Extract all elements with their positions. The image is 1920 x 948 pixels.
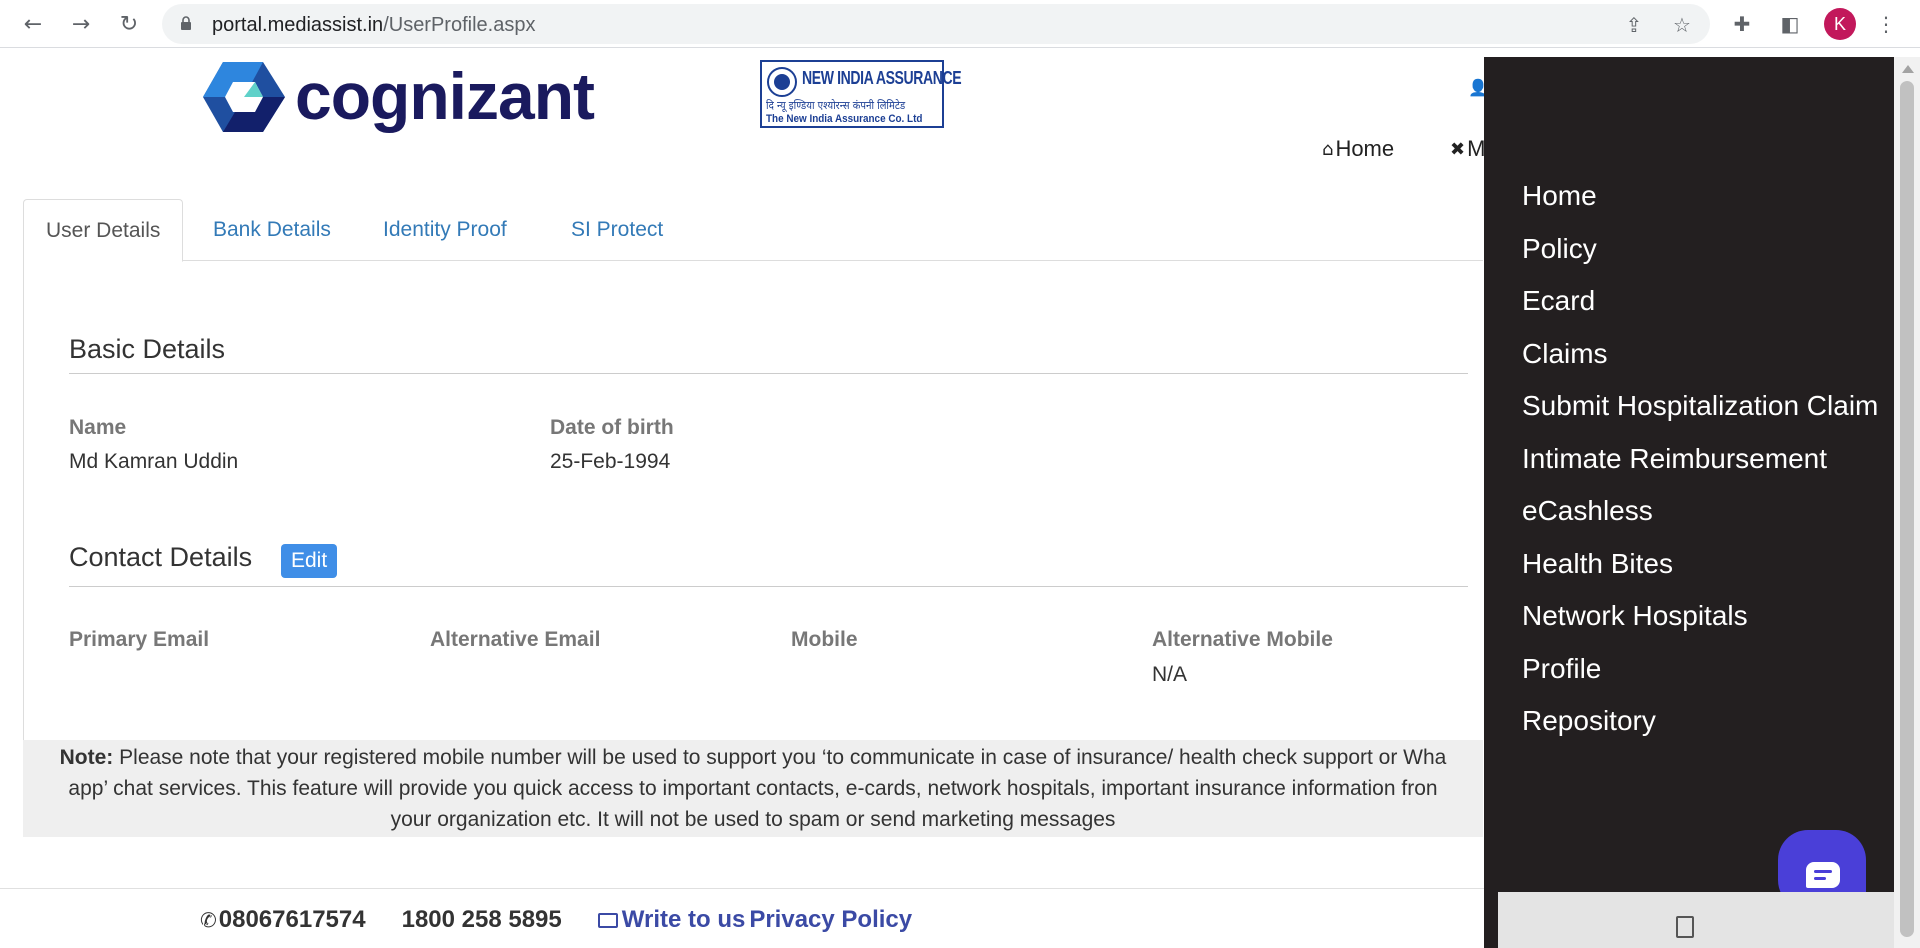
- forward-icon[interactable]: →: [66, 9, 96, 39]
- side-menu-item-home[interactable]: Home: [1522, 180, 1597, 212]
- side-menu-item-submit-hospitalization-claim[interactable]: Submit Hospitalization Claim: [1522, 390, 1878, 422]
- write-to-us-link[interactable]: Write to us Privacy Policy: [597, 906, 912, 934]
- divider: [69, 373, 1468, 374]
- tab-bank-details[interactable]: Bank Details: [191, 199, 353, 261]
- bottom-widget-panel[interactable]: [1498, 892, 1894, 948]
- footer-divider: [0, 888, 1486, 889]
- chat-icon: [1806, 862, 1840, 888]
- side-menu-item-repository[interactable]: Repository: [1522, 705, 1656, 737]
- back-icon[interactable]: ←: [18, 9, 48, 39]
- write-to-us-label: Write to us: [621, 906, 746, 933]
- partner-hindi: दि न्यू इण्डिया एश्योरन्स कंपनी लिमिटेड: [766, 99, 906, 112]
- note-line-3: your organization etc. It will not be us…: [390, 808, 1116, 831]
- side-menu-item-profile[interactable]: Profile: [1522, 653, 1601, 685]
- phone-contact[interactable]: ✆08067617574: [200, 906, 366, 934]
- name-value: Md Kamran Uddin: [69, 450, 239, 473]
- dob-label: Date of birth: [550, 416, 674, 439]
- nav-home-link[interactable]: ⌂ Home: [1322, 136, 1394, 162]
- side-menu: Home Policy Ecard Claims Submit Hospital…: [1484, 57, 1894, 948]
- address-bar[interactable]: portal.mediassist.in/UserProfile.aspx ⇪ …: [162, 4, 1710, 44]
- share-icon[interactable]: ⇪: [1622, 13, 1646, 37]
- partner-subtitle: The New India Assurance Co. Ltd: [766, 113, 923, 125]
- tab-si-protect[interactable]: SI Protect: [549, 199, 685, 261]
- dob-value: 25-Feb-1994: [550, 450, 671, 473]
- side-menu-item-policy[interactable]: Policy: [1522, 233, 1597, 265]
- note-line-2: app’ chat services. This feature will pr…: [68, 777, 1438, 800]
- avatar[interactable]: K: [1824, 8, 1856, 40]
- close-icon: ✖: [1450, 138, 1466, 160]
- new-india-assurance-logo: NEW INDIA ASSURANCE दि न्यू इण्डिया एश्य…: [760, 60, 962, 128]
- mail-icon: [597, 912, 618, 928]
- edit-contact-button[interactable]: Edit: [281, 544, 338, 578]
- alt-mobile-value: N/A: [1152, 663, 1188, 686]
- extensions-icon[interactable]: ✚: [1728, 10, 1756, 38]
- side-menu-item-ecard[interactable]: Ecard: [1522, 285, 1595, 317]
- primary-email-label: Primary Email: [69, 628, 210, 651]
- tab-user-details[interactable]: User Details: [23, 199, 184, 262]
- basic-details-title: Basic Details: [69, 334, 226, 364]
- nav-m-label: M: [1467, 136, 1486, 161]
- alt-email-label: Alternative Email: [430, 628, 601, 651]
- scroll-thumb[interactable]: [1900, 81, 1914, 937]
- partner-title: NEW INDIA ASSURANCE: [802, 68, 962, 88]
- alt-mobile-label: Alternative Mobile: [1152, 628, 1333, 651]
- side-menu-item-ecashless[interactable]: eCashless: [1522, 495, 1653, 527]
- side-menu-item-intimate-reimbursement[interactable]: Intimate Reimbursement: [1522, 443, 1827, 475]
- star-icon[interactable]: ☆: [1670, 13, 1694, 37]
- note-label: Note:: [59, 746, 114, 769]
- phone-number: 08067617574: [218, 906, 366, 933]
- divider: [69, 586, 1468, 587]
- profile-tabs: User Details Bank Details Identity Proof…: [23, 199, 1483, 262]
- emblem-icon: [767, 67, 797, 97]
- home-icon: ⌂: [1322, 138, 1334, 160]
- lock-icon: [181, 16, 191, 30]
- privacy-policy-link[interactable]: Privacy Policy: [749, 906, 912, 934]
- user-icon[interactable]: 👤: [1468, 78, 1488, 97]
- cognizant-logo[interactable]: cognizant: [203, 59, 595, 133]
- side-menu-item-network-hospitals[interactable]: Network Hospitals: [1522, 600, 1748, 632]
- user-details-panel: [23, 260, 1483, 740]
- phone-icon: ✆: [200, 908, 217, 932]
- brand-name: cognizant: [295, 59, 595, 133]
- tollfree-number: 1800 258 5895: [401, 906, 562, 933]
- side-menu-item-claims[interactable]: Claims: [1522, 338, 1608, 370]
- sidepanel-icon[interactable]: ◧: [1776, 10, 1804, 38]
- cognizant-mark-icon: [203, 62, 285, 132]
- tab-identity-proof[interactable]: Identity Proof: [361, 199, 529, 261]
- browser-toolbar: ← → ↻ portal.mediassist.in/UserProfile.a…: [0, 0, 1920, 48]
- contact-details-title: Contact Details: [69, 542, 253, 572]
- note-line-1: Please note that your registered mobile …: [119, 746, 1447, 769]
- side-menu-item-health-bites[interactable]: Health Bites: [1522, 548, 1673, 580]
- document-icon[interactable]: [1676, 916, 1694, 938]
- page-scrollbar[interactable]: [1894, 57, 1920, 948]
- footer: ✆08067617574 1800 258 5895 Write to us P…: [200, 906, 912, 934]
- name-label: Name: [69, 416, 127, 439]
- scroll-up-arrow-icon[interactable]: [1902, 65, 1914, 73]
- mobile-usage-note: Note: Please note that your registered m…: [23, 740, 1483, 837]
- reload-icon[interactable]: ↻: [114, 9, 144, 39]
- nav-home-label: Home: [1335, 136, 1395, 161]
- menu-icon[interactable]: ⋮: [1872, 10, 1900, 38]
- mobile-label: Mobile: [791, 628, 858, 651]
- nav-close-link[interactable]: ✖ M: [1450, 136, 1485, 162]
- url-text: portal.mediassist.in/UserProfile.aspx: [212, 14, 536, 36]
